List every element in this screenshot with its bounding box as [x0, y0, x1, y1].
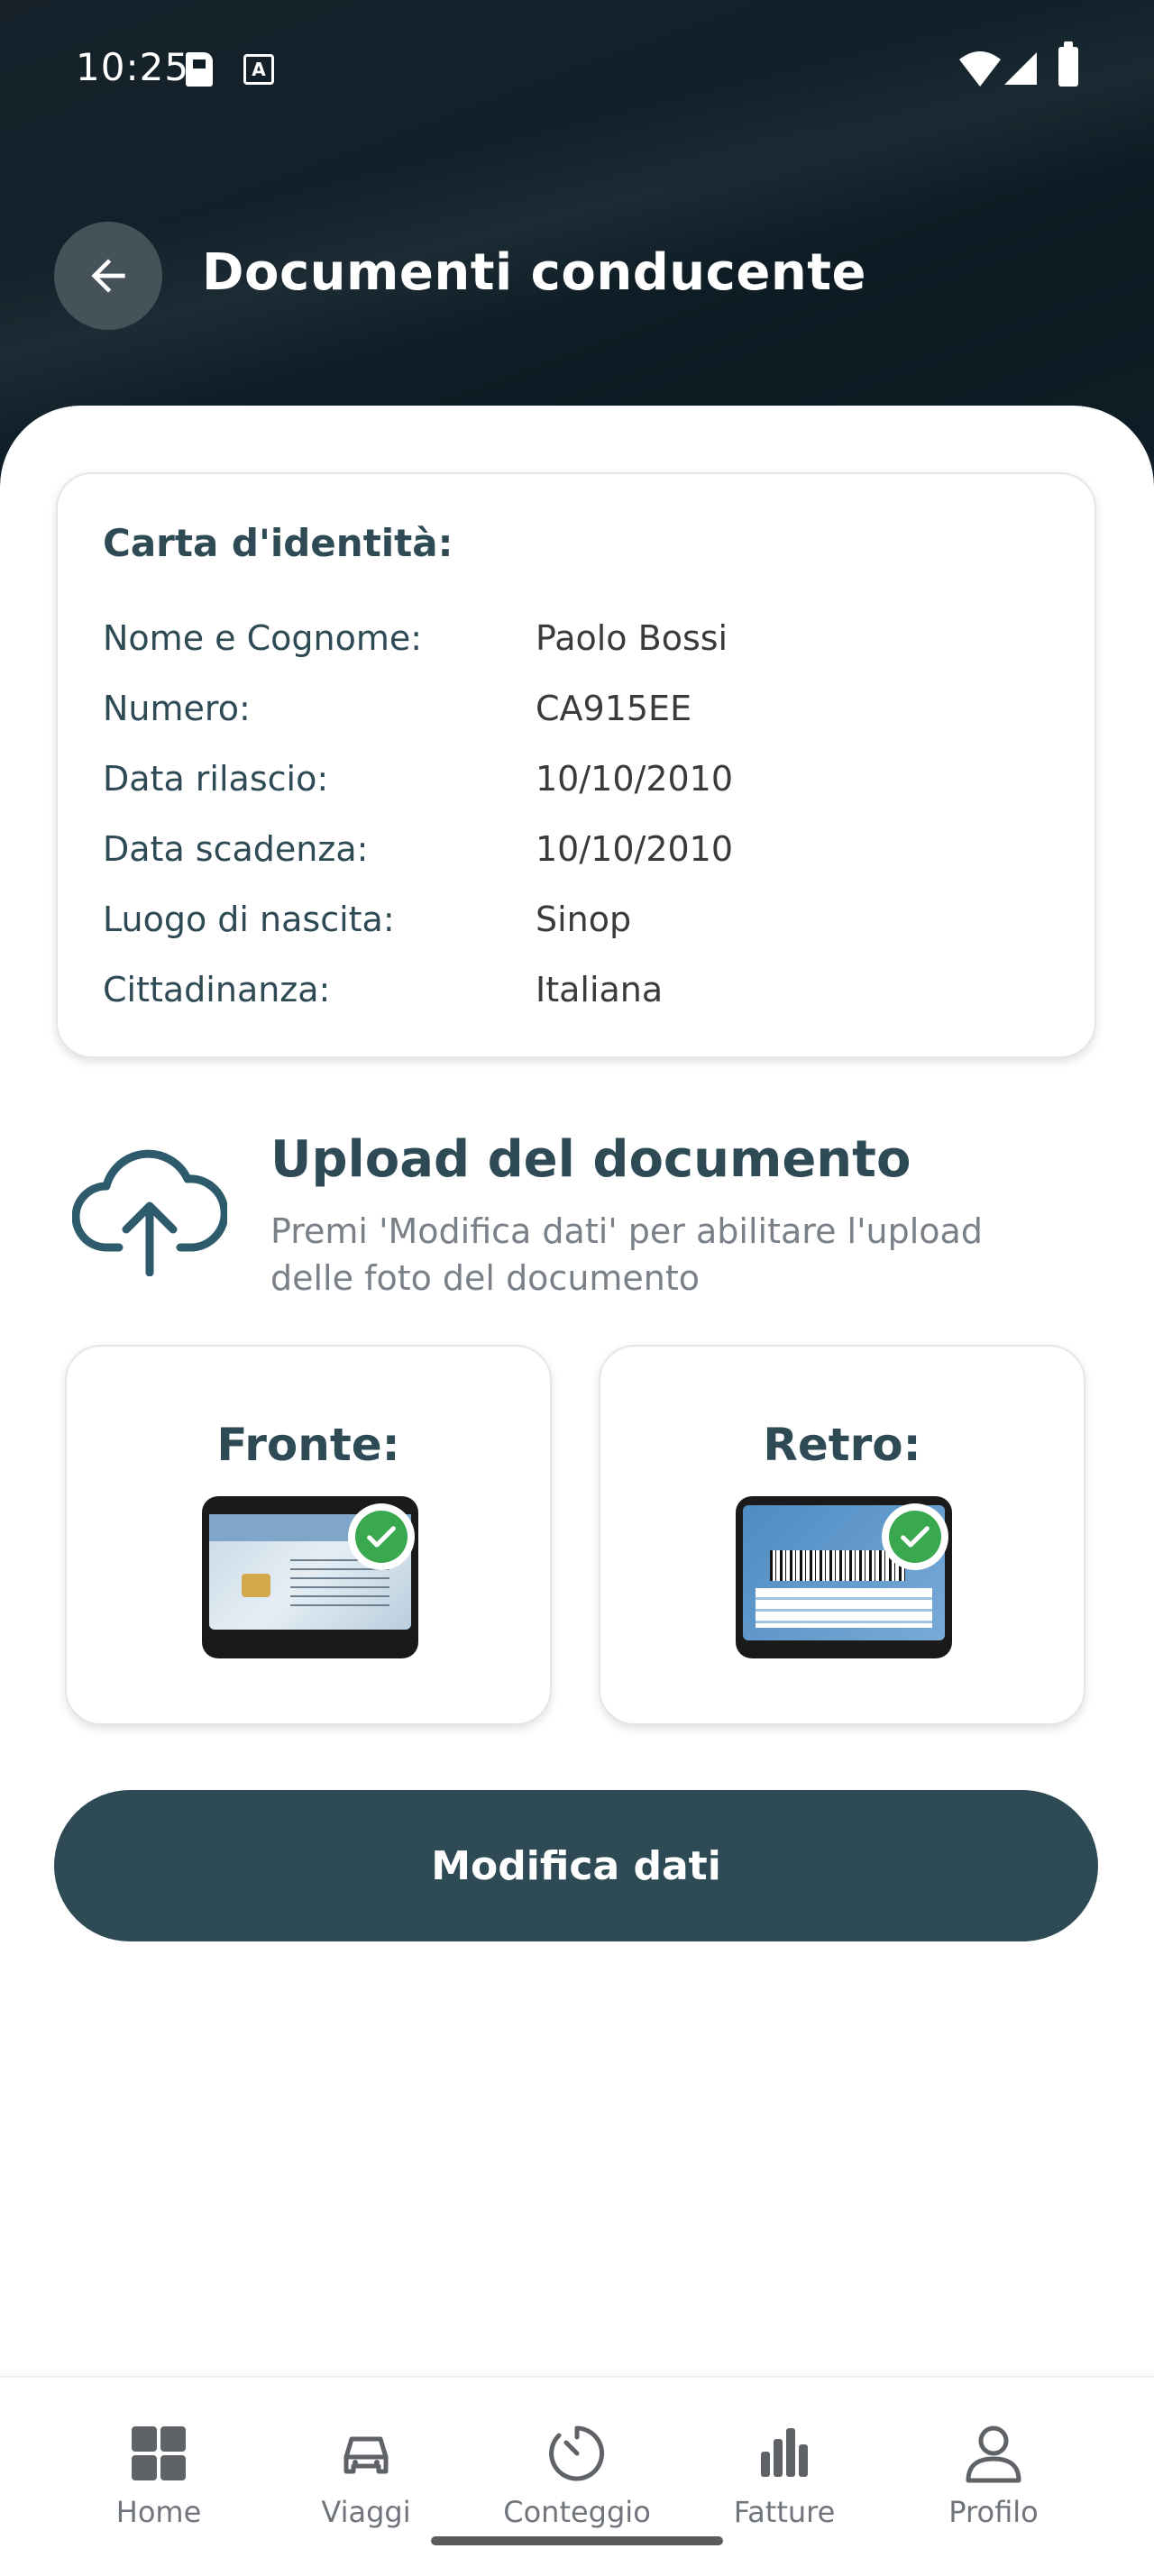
info-value: 10/10/2010 — [536, 759, 734, 799]
nav-label: Fatture — [733, 2495, 836, 2529]
nav-item-trips[interactable]: Viaggi — [276, 2421, 456, 2529]
timer-icon — [549, 2425, 605, 2481]
nav-label: Conteggio — [503, 2495, 651, 2529]
car-icon — [343, 2436, 389, 2474]
nav-item-home[interactable]: Home — [69, 2421, 249, 2529]
nav-item-counter[interactable]: Conteggio — [487, 2421, 667, 2529]
bottom-navigation: Home Viaggi Conteggio Fatture Profilo — [0, 2376, 1154, 2576]
info-label: Data rilascio: — [103, 759, 329, 799]
info-label: Cittadinanza: — [103, 970, 331, 1009]
gesture-navigation-bar[interactable] — [431, 2536, 723, 2545]
check-icon — [348, 1503, 415, 1570]
upload-description: Premi 'Modifica dati' per abilitare l'up… — [270, 1211, 983, 1298]
info-label: Numero: — [103, 689, 251, 728]
nav-item-profile[interactable]: Profilo — [903, 2421, 1084, 2529]
document-back-card[interactable]: Retro: — [599, 1345, 1085, 1725]
info-value: Paolo Bossi — [536, 618, 728, 658]
bar-chart-icon — [761, 2428, 808, 2477]
info-value: Sinop — [536, 900, 632, 939]
info-label: Nome e Cognome: — [103, 618, 423, 658]
page-title: Documenti conducente — [202, 243, 866, 302]
back-label: Retro: — [763, 1419, 921, 1471]
document-front-card[interactable]: Fronte: — [65, 1345, 552, 1725]
status-time: 10:25 — [76, 45, 190, 89]
info-value: Italiana — [536, 970, 664, 1009]
edit-data-button[interactable]: Modifica dati — [54, 1790, 1098, 1941]
info-label: Luogo di nascita: — [103, 900, 395, 939]
nav-label: Viaggi — [321, 2495, 411, 2529]
cloud-upload-icon — [72, 1149, 227, 1276]
info-value: 10/10/2010 — [536, 829, 734, 869]
signal-icon — [1004, 52, 1037, 85]
front-document-photo — [202, 1496, 418, 1658]
home-grid-icon — [132, 2426, 186, 2480]
back-button[interactable] — [54, 222, 162, 330]
keyboard-a-icon: A — [243, 54, 274, 85]
nav-label: Home — [115, 2495, 202, 2529]
battery-icon — [1058, 41, 1078, 87]
status-bar: 10:25 A — [0, 0, 1154, 144]
identity-card-panel: Carta d'identità: Nome e Cognome: Paolo … — [56, 472, 1096, 1058]
identity-card-title: Carta d'identità: — [103, 521, 453, 565]
upload-title: Upload del documento — [270, 1130, 911, 1189]
info-value: CA915EE — [536, 689, 692, 728]
back-document-photo — [736, 1496, 952, 1658]
nav-item-invoices[interactable]: Fatture — [694, 2421, 875, 2529]
nav-label: Profilo — [948, 2495, 1039, 2529]
info-label: Data scadenza: — [103, 829, 369, 869]
check-icon — [882, 1503, 948, 1570]
front-label: Fronte: — [216, 1419, 400, 1471]
wifi-icon — [959, 51, 1001, 87]
arrow-left-icon — [91, 259, 125, 293]
person-icon — [966, 2425, 1021, 2483]
sd-card-icon — [186, 52, 213, 87]
